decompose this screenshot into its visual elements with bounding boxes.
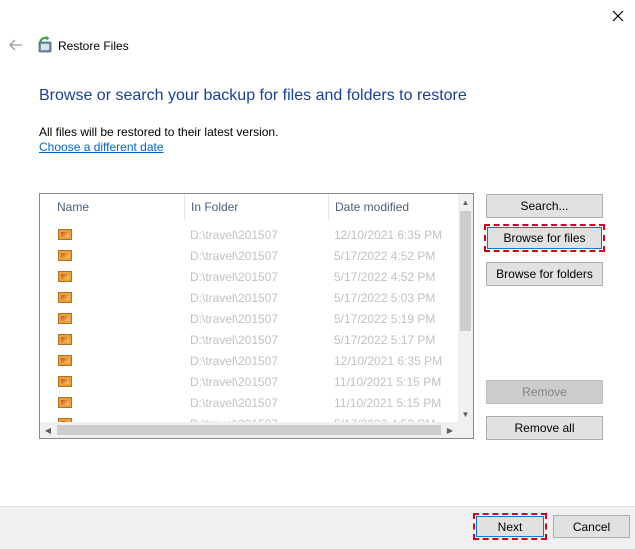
date-modified-cell: 5/17/2022 4:52 PM [334,248,436,263]
date-modified-cell: 12/10/2021 6:35 PM [334,227,443,242]
date-modified-cell: 12/10/2021 6:35 PM [334,353,443,368]
in-folder-cell: D:\travel\201507 [190,269,279,284]
back-arrow-icon [9,39,22,51]
search-button[interactable]: Search... [486,194,603,218]
horizontal-scroll-thumb[interactable] [57,425,441,435]
vertical-scroll-thumb[interactable] [460,211,471,331]
in-folder-cell: D:\travel\201507 [190,353,279,368]
list-item[interactable]: D:\travel\201507 5/17/2022 5:19 PM [40,308,458,329]
window-title: Restore Files [58,39,129,53]
image-file-icon [58,334,72,345]
image-file-icon [58,271,72,282]
list-item[interactable]: D:\travel\201507 12/10/2021 6:35 PM [40,350,458,371]
in-folder-cell: D:\travel\201507 [190,248,279,263]
restore-files-icon [38,36,52,53]
date-modified-cell: 5/17/2022 4:52 PM [334,269,436,284]
list-item[interactable]: D:\travel\201507 11/10/2021 5:15 PM [40,371,458,392]
scroll-left-icon[interactable]: ◀ [40,422,56,438]
close-button[interactable] [606,6,630,26]
image-file-icon [58,313,72,324]
image-file-icon [58,250,72,261]
scrollbar-corner [458,422,473,438]
scroll-up-icon[interactable]: ▲ [458,194,473,210]
file-name-cell [40,250,184,261]
next-button[interactable]: Next [473,513,547,540]
in-folder-cell: D:\travel\201507 [190,332,279,347]
file-name-cell [40,271,184,282]
image-file-icon [58,376,72,387]
date-modified-cell: 5/17/2022 5:03 PM [334,290,436,305]
list-header: Name In Folder Date modified [40,194,458,220]
column-header-name[interactable]: Name [40,194,184,220]
image-file-icon [58,397,72,408]
date-modified-cell: 5/17/2022 5:17 PM [334,332,436,347]
info-text: All files will be restored to their late… [39,125,279,139]
file-list[interactable]: Name In Folder Date modified D:\travel\2… [39,193,474,439]
in-folder-cell: D:\travel\201507 [190,311,279,326]
vertical-scrollbar[interactable]: ▲ ▼ [458,194,473,422]
list-item[interactable]: D:\travel\201507 5/17/2022 5:03 PM [40,287,458,308]
in-folder-cell: D:\travel\201507 [190,227,279,242]
cancel-button[interactable]: Cancel [553,515,630,538]
horizontal-scrollbar[interactable]: ◀ ▶ [40,422,458,438]
file-name-cell [40,334,184,345]
column-header-date-modified[interactable]: Date modified [328,194,458,220]
list-item[interactable]: D:\travel\201507 12/10/2021 6:35 PM [40,224,458,245]
in-folder-cell: D:\travel\201507 [190,290,279,305]
date-modified-cell: 5/17/2022 5:19 PM [334,311,436,326]
file-name-cell [40,313,184,324]
scroll-down-icon[interactable]: ▼ [458,406,473,422]
page-heading: Browse or search your backup for files a… [39,87,467,104]
back-button[interactable] [8,37,24,53]
file-name-cell [40,376,184,387]
file-name-cell [40,397,184,408]
list-rows: D:\travel\201507 12/10/2021 6:35 PM D:\tra… [40,224,458,434]
list-item[interactable]: D:\travel\201507 5/17/2022 4:52 PM [40,266,458,287]
remove-button[interactable]: Remove [486,380,603,404]
image-file-icon [58,229,72,240]
list-item[interactable]: D:\travel\201507 5/17/2022 5:17 PM [40,329,458,350]
date-modified-cell: 11/10/2021 5:15 PM [334,395,442,410]
choose-different-date-link[interactable]: Choose a different date [39,140,164,154]
list-item[interactable]: D:\travel\201507 5/17/2022 4:52 PM [40,245,458,266]
browse-for-files-button[interactable]: Browse for files [484,224,605,252]
file-name-cell [40,292,184,303]
remove-all-button[interactable]: Remove all [486,416,603,440]
close-icon [612,10,624,22]
date-modified-cell: 11/10/2021 5:15 PM [334,374,442,389]
column-header-in-folder[interactable]: In Folder [184,194,328,220]
browse-for-folders-button[interactable]: Browse for folders [486,262,603,286]
file-name-cell [40,355,184,366]
file-name-cell [40,229,184,240]
image-file-icon [58,355,72,366]
image-file-icon [58,292,72,303]
list-item[interactable]: D:\travel\201507 11/10/2021 5:15 PM [40,392,458,413]
scroll-right-icon[interactable]: ▶ [442,422,458,438]
in-folder-cell: D:\travel\201507 [190,374,279,389]
in-folder-cell: D:\travel\201507 [190,395,279,410]
